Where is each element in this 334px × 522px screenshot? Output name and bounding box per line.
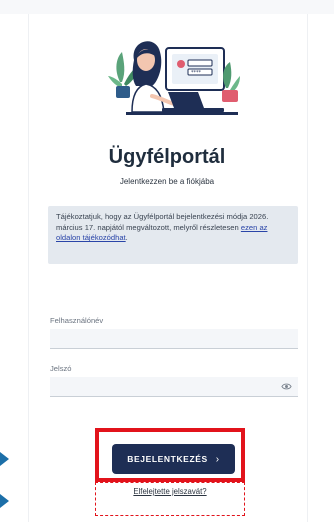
page-title: Ügyfélportál <box>108 146 226 168</box>
password-label: Jelszó <box>50 364 72 373</box>
chevron-right-icon: › <box>215 453 220 465</box>
login-button-label: BEJELENTKEZÉS <box>127 454 208 464</box>
notice-text-end: . <box>125 233 128 243</box>
eye-icon[interactable] <box>281 381 292 392</box>
password-field[interactable] <box>50 377 298 397</box>
arrow-pointer-icon <box>0 452 9 466</box>
username-field[interactable] <box>50 329 298 349</box>
login-button[interactable]: BEJELENTKEZÉS › <box>112 444 235 474</box>
desk-line <box>126 112 238 115</box>
svg-text:****: **** <box>191 70 202 76</box>
monitor-icon: **** <box>165 47 225 91</box>
login-illustration: **** <box>108 41 240 115</box>
arrow-pointer-icon <box>0 494 9 508</box>
forgot-password-link[interactable]: Elfelejtette jelszavát? <box>95 487 245 496</box>
username-label: Felhasználónév <box>50 316 104 325</box>
notice-text: Tájékoztatjuk, hogy az Ügyfélportál beje… <box>56 212 269 232</box>
top-bar <box>0 0 334 14</box>
info-notice: Tájékoztatjuk, hogy az Ügyfélportál beje… <box>48 206 298 264</box>
page-subtitle: Jelentkezzen be a fiókjába <box>119 177 215 186</box>
